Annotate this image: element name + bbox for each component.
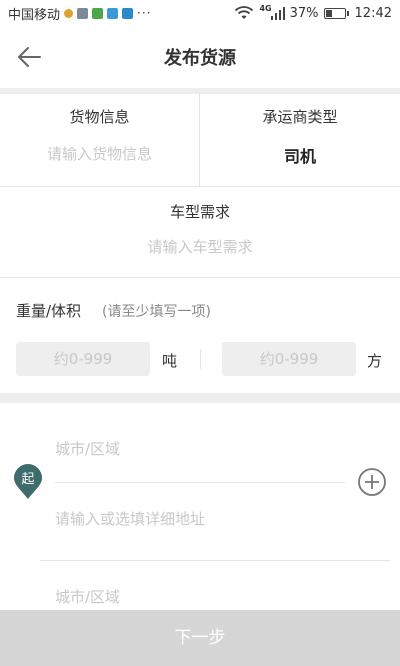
wechat-notification-icon bbox=[92, 7, 104, 19]
battery-percent: 37% bbox=[289, 5, 319, 21]
cargo-info-label: 货物信息 bbox=[69, 108, 130, 126]
end-city-input[interactable]: 城市/区域 bbox=[55, 586, 120, 607]
start-location-pin-icon: 起 bbox=[14, 464, 42, 499]
nav-bar: 发布货源 bbox=[0, 26, 400, 88]
plus-circle-icon bbox=[358, 468, 386, 496]
carrier-name: 中国移动 bbox=[8, 7, 61, 23]
app-notification-icon bbox=[64, 8, 74, 18]
row-divider bbox=[40, 560, 390, 561]
page-title: 发布货源 bbox=[164, 48, 236, 69]
signal-icon bbox=[270, 6, 285, 20]
gallery-notification-icon bbox=[77, 7, 89, 19]
status-right: 4G 37% 12:42 bbox=[234, 3, 392, 21]
weight-unit: 吨 bbox=[162, 352, 178, 370]
vehicle-type-label: 车型需求 bbox=[169, 203, 230, 221]
row-divider bbox=[0, 277, 400, 278]
cargo-info-input[interactable]: 请输入货物信息 bbox=[0, 143, 199, 164]
weight-volume-hint: (请至少填写一项) bbox=[102, 304, 211, 320]
volume-input[interactable]: 约0-999 bbox=[222, 342, 356, 376]
next-step-button[interactable]: 下一步 bbox=[0, 610, 400, 666]
cargo-info-field[interactable]: 货物信息 请输入货物信息 bbox=[0, 94, 199, 186]
start-address-input[interactable]: 请输入或选填详细地址 bbox=[55, 508, 205, 529]
input-divider bbox=[200, 349, 201, 369]
weight-volume-label: 重量/体积 bbox=[16, 302, 82, 320]
vehicle-type-input[interactable]: 请输入车型需求 bbox=[0, 236, 400, 257]
carrier-type-field[interactable]: 承运商类型 司机 bbox=[200, 94, 400, 186]
status-left: 中国移动 ··· bbox=[8, 4, 151, 23]
weight-input[interactable]: 约0-999 bbox=[16, 342, 150, 376]
status-bar: 中国移动 ··· 4G 37% 12:42 bbox=[0, 0, 400, 26]
message-notification-icon bbox=[107, 7, 119, 19]
wifi-icon bbox=[235, 6, 254, 19]
clock: 12:42 bbox=[354, 5, 392, 21]
network-type: 4G bbox=[259, 3, 272, 13]
start-pin-badge: 起 bbox=[21, 472, 34, 487]
carrier-type-value[interactable]: 司机 bbox=[200, 143, 400, 167]
start-city-input[interactable]: 城市/区域 bbox=[55, 438, 120, 459]
section-divider bbox=[0, 393, 400, 403]
add-waypoint-button[interactable] bbox=[357, 467, 387, 497]
more-notifications-icon: ··· bbox=[137, 6, 152, 20]
carrier-type-label: 承运商类型 bbox=[262, 108, 338, 126]
battery-fill bbox=[325, 9, 332, 17]
shield-notification-icon bbox=[122, 7, 134, 19]
vehicle-type-field[interactable]: 车型需求 请输入车型需求 bbox=[0, 187, 400, 277]
volume-unit: 方 bbox=[367, 352, 383, 370]
battery-icon bbox=[323, 7, 349, 19]
route-line bbox=[55, 482, 345, 483]
